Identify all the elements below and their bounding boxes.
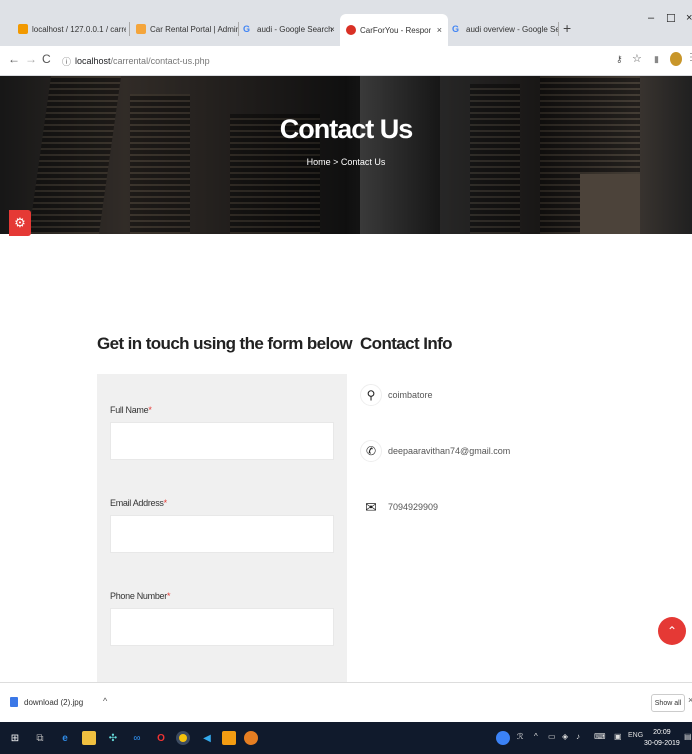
google-icon: G — [452, 24, 460, 34]
system-clock[interactable]: 20:09 30-09-2019 — [644, 727, 680, 749]
carforyou-icon — [346, 25, 356, 35]
battery-icon[interactable]: ▭ — [548, 732, 556, 741]
extension-icon[interactable]: ▮ — [654, 54, 659, 65]
tab-label: localhost / 127.0.0.1 / carrental / — [32, 24, 126, 34]
people-icon[interactable]: ℛ — [517, 732, 523, 741]
download-bar: download (2).jpg ^ Show all × — [0, 682, 692, 722]
url-input[interactable]: ⓘ localhost /carrental/contact-us.php — [62, 52, 622, 70]
menu-icon[interactable]: ⋮ — [686, 52, 692, 63]
hero-banner: Contact Us Home > Contact Us — [0, 76, 692, 234]
volume-icon[interactable]: ♪ — [576, 732, 580, 741]
envelope-icon: ✉ — [360, 496, 382, 518]
display-icon[interactable]: ▣ — [614, 732, 622, 741]
image-file-icon — [10, 697, 18, 707]
page-title: Contact Us — [279, 114, 414, 144]
admin-portal-icon — [136, 24, 146, 34]
tab-google-search-audi[interactable]: G audi - Google Search — [243, 18, 338, 40]
download-file-name[interactable]: download (2).jpg — [24, 698, 83, 707]
phone-icon: ✆ — [360, 440, 382, 462]
email-label: Email Address* — [110, 498, 167, 508]
close-icon[interactable]: × — [330, 18, 335, 40]
clock-time: 20:09 — [653, 729, 671, 736]
profile-avatar[interactable] — [670, 52, 682, 66]
firefox-icon[interactable] — [244, 731, 258, 745]
infinity-app-icon[interactable]: ∞ — [130, 731, 144, 745]
tab-carforyou-active[interactable]: CarForYou - Responsive Car Deal × — [340, 14, 448, 46]
contact-info-heading: Contact Info — [360, 334, 453, 353]
phone-text: 7094929909 — [388, 502, 439, 512]
full-name-label: Full Name* — [110, 405, 152, 415]
url-path: /carrental/contact-us.php — [110, 56, 210, 66]
clock-date: 30-09-2019 — [644, 740, 680, 747]
tab-google-search-audi-overview[interactable]: G audi overview - Google Search × — [452, 18, 558, 40]
show-all-button[interactable]: Show all — [651, 694, 685, 712]
url-host: localhost — [75, 56, 111, 66]
phone-input[interactable] — [110, 608, 334, 646]
info-icon[interactable]: ⓘ — [62, 55, 71, 68]
maximize-button[interactable]: ☐ — [666, 12, 676, 25]
task-view-icon[interactable]: ⧉ — [33, 731, 47, 745]
reload-button[interactable]: C — [42, 52, 51, 66]
tab-phpmyadmin[interactable]: localhost / 127.0.0.1 / carrental / × — [18, 18, 126, 40]
vscode-icon[interactable]: ◀ — [200, 731, 214, 745]
form-heading: Get in touch using the form below — [97, 334, 353, 353]
tab-label: audi overview - Google Search — [466, 24, 558, 34]
minimize-button[interactable]: – — [648, 12, 654, 24]
breadcrumb[interactable]: Home > Contact Us — [0, 157, 692, 167]
notifications-icon[interactable]: ▤ — [684, 732, 692, 741]
contact-form: Full Name* Email Address* Phone Number* — [97, 374, 347, 684]
language-indicator[interactable]: ENG — [628, 732, 643, 739]
forward-button[interactable]: → — [25, 52, 37, 66]
chevron-up-icon[interactable]: ^ — [534, 732, 538, 741]
google-icon: G — [243, 24, 251, 34]
taskbar: ⊞ ⧉ e ✣ ∞ O ◀ ℛ ^ ▭ ◈ ♪ ⌨ ▣ ENG 20:09 30… — [0, 722, 692, 754]
network-app-icon[interactable]: ✣ — [106, 731, 120, 745]
network-icon[interactable]: ◈ — [562, 732, 568, 741]
phpmyadmin-icon — [18, 24, 28, 34]
opera-icon[interactable]: O — [154, 731, 168, 745]
address-text: coimbatore — [388, 390, 433, 400]
tab-admin-dashboard[interactable]: Car Rental Portal | Admin Dashb × — [136, 18, 238, 40]
email-text[interactable]: deepaaravithan74@gmail.com — [388, 446, 510, 456]
gear-icon: ⚙ — [14, 215, 26, 230]
tab-label: Car Rental Portal | Admin Dashb — [150, 24, 238, 34]
bookmark-star-icon[interactable]: ☆ — [632, 52, 642, 65]
user-tray-icon[interactable] — [496, 731, 510, 745]
close-icon[interactable]: × — [688, 695, 692, 705]
key-icon[interactable]: ⚷ — [616, 54, 623, 65]
close-icon[interactable]: × — [437, 25, 442, 35]
back-button[interactable]: ← — [8, 52, 20, 66]
close-window-icon[interactable]: × — [686, 12, 692, 24]
internet-explorer-icon[interactable]: e — [58, 731, 72, 745]
new-tab-button[interactable]: + — [563, 20, 571, 36]
chevron-up-icon[interactable]: ^ — [103, 696, 107, 706]
browser-tab-strip: localhost / 127.0.0.1 / carrental / × Ca… — [0, 0, 692, 46]
xampp-icon[interactable] — [222, 731, 236, 745]
phone-label: Phone Number* — [110, 591, 171, 601]
tab-label: audi - Google Search — [257, 24, 333, 34]
full-name-input[interactable] — [110, 422, 334, 460]
tab-label: CarForYou - Responsive Car Deal — [360, 25, 431, 35]
file-explorer-icon[interactable] — [82, 731, 96, 745]
chevron-up-icon: ⌃ — [666, 624, 678, 638]
scroll-to-top-button[interactable]: ⌃ — [658, 617, 686, 645]
keyboard-icon[interactable]: ⌨ — [594, 732, 606, 741]
chrome-icon[interactable] — [176, 731, 190, 745]
map-marker-icon: ⚲ — [360, 384, 382, 406]
windows-start-icon[interactable]: ⊞ — [8, 731, 22, 745]
address-bar: ← → C ⓘ localhost /carrental/contact-us.… — [0, 46, 692, 76]
email-input[interactable] — [110, 515, 334, 553]
settings-gear-button[interactable]: ⚙ — [9, 210, 31, 236]
